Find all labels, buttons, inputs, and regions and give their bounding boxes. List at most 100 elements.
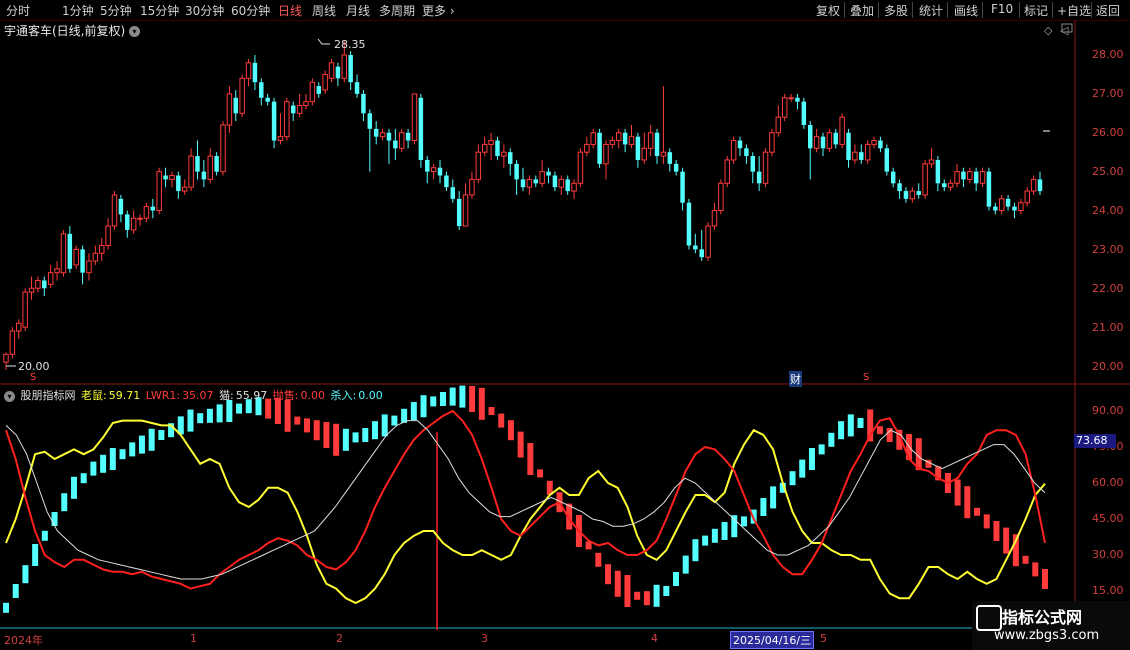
candle-body — [775, 116, 782, 134]
candle-body — [852, 151, 858, 161]
candle-body — [667, 152, 673, 164]
signal-s-marker[interactable]: S — [30, 372, 36, 383]
candle-body — [833, 132, 838, 145]
watermark-url: www.zbgs3.com — [994, 628, 1100, 643]
laoshu-value: 59.71 — [108, 389, 141, 402]
indicator-bar — [517, 431, 524, 458]
indicator-bar — [760, 498, 767, 516]
indicator-bar — [197, 413, 204, 424]
arrow-left-icon[interactable]: ◁ — [1060, 24, 1069, 37]
indicator-bar — [828, 432, 835, 447]
candle-body — [1012, 206, 1017, 211]
indicator-bar — [595, 552, 602, 567]
indicator-bar — [294, 416, 301, 425]
candle-body — [890, 171, 896, 184]
candle-body — [903, 191, 909, 199]
chevron-down-icon[interactable]: ▾ — [4, 390, 15, 402]
candle-body — [508, 152, 513, 164]
date-tick: 4 — [651, 632, 658, 645]
candle-body — [201, 171, 207, 180]
indicator-bar — [206, 408, 213, 423]
indicator-bar — [90, 461, 97, 476]
indicator-bar — [876, 426, 883, 435]
candle-body — [296, 105, 303, 114]
candle-body — [616, 132, 622, 142]
candle-body — [647, 132, 654, 149]
indicator-bar — [847, 414, 854, 437]
candle-body — [163, 175, 168, 180]
indicator-bar — [51, 512, 58, 526]
candle-body — [220, 124, 226, 173]
indicator-bar — [100, 454, 107, 473]
indicator-bar — [993, 521, 1000, 541]
candle-body — [143, 206, 150, 219]
candle-body — [565, 179, 570, 192]
indicator-tick: 45.00 — [1092, 512, 1124, 525]
signal-s-marker[interactable]: S — [863, 372, 869, 383]
indicator-bar — [964, 486, 971, 519]
candle-body — [150, 206, 156, 211]
kline-chart[interactable]: ◇ ◁ — [0, 0, 1130, 650]
candle-body — [998, 198, 1005, 211]
candle-body — [897, 183, 902, 192]
candle-body — [724, 159, 730, 184]
candle-body — [469, 178, 475, 196]
candle-body — [744, 148, 749, 157]
indicator-bar — [138, 435, 145, 454]
paoshou-label: 抛售: — [272, 389, 299, 402]
candle-body — [846, 132, 851, 160]
date-tick: 2 — [336, 632, 343, 645]
indicator-bar — [371, 421, 378, 440]
indicator-bar — [983, 514, 990, 529]
candle-body — [859, 152, 864, 160]
indicator-bar — [818, 444, 825, 455]
candle-body — [271, 101, 277, 141]
high-price-label: 28.35 — [334, 38, 366, 51]
candle-body — [437, 167, 443, 176]
indicator-bar — [663, 586, 670, 596]
indicator-bar — [410, 402, 417, 420]
diamond-icon[interactable]: ◇ — [1044, 24, 1053, 37]
indicator-bar — [70, 476, 77, 499]
candle-body — [878, 140, 883, 149]
candle-body — [730, 140, 737, 161]
candle-body — [367, 113, 373, 129]
candle-body — [922, 163, 928, 196]
indicator-bar — [439, 392, 446, 406]
paoshou-value: 0.00 — [300, 389, 326, 402]
finance-marker[interactable]: 财 — [789, 371, 802, 387]
candle-body — [909, 190, 916, 200]
date-tick: 1 — [190, 632, 197, 645]
candle-body — [737, 140, 743, 149]
candle-body — [80, 249, 85, 273]
indicator-bar — [22, 565, 29, 584]
candle-body — [118, 198, 124, 215]
indicator-bar — [799, 459, 806, 478]
indicator-tick: 60.00 — [1092, 476, 1124, 489]
candle-body — [781, 97, 788, 118]
indicator-bar — [838, 421, 845, 440]
candle-body — [284, 101, 290, 138]
candle-body — [609, 140, 616, 145]
candle-body — [973, 171, 979, 184]
selected-date[interactable]: 2025/04/16/三 — [730, 631, 815, 649]
indicator-bar — [605, 564, 612, 585]
price-tick: 27.00 — [1092, 87, 1124, 100]
candle-body — [481, 143, 488, 153]
price-tick: 22.00 — [1092, 282, 1124, 295]
indicator-bar — [886, 428, 893, 442]
price-tick: 24.00 — [1092, 204, 1124, 217]
indicator-bar — [498, 413, 505, 428]
indicator-bar — [381, 414, 388, 437]
candle-body — [488, 140, 494, 145]
indicator-bar — [226, 400, 233, 422]
candle-body — [418, 97, 424, 160]
candle-body — [705, 225, 711, 258]
candle-body — [884, 148, 890, 172]
candle-body — [750, 156, 756, 172]
indicator-bar — [478, 387, 485, 420]
candle-body — [425, 159, 430, 172]
indicator-bar — [974, 507, 981, 516]
candle-body — [928, 159, 935, 165]
indicator-bar — [682, 555, 689, 574]
